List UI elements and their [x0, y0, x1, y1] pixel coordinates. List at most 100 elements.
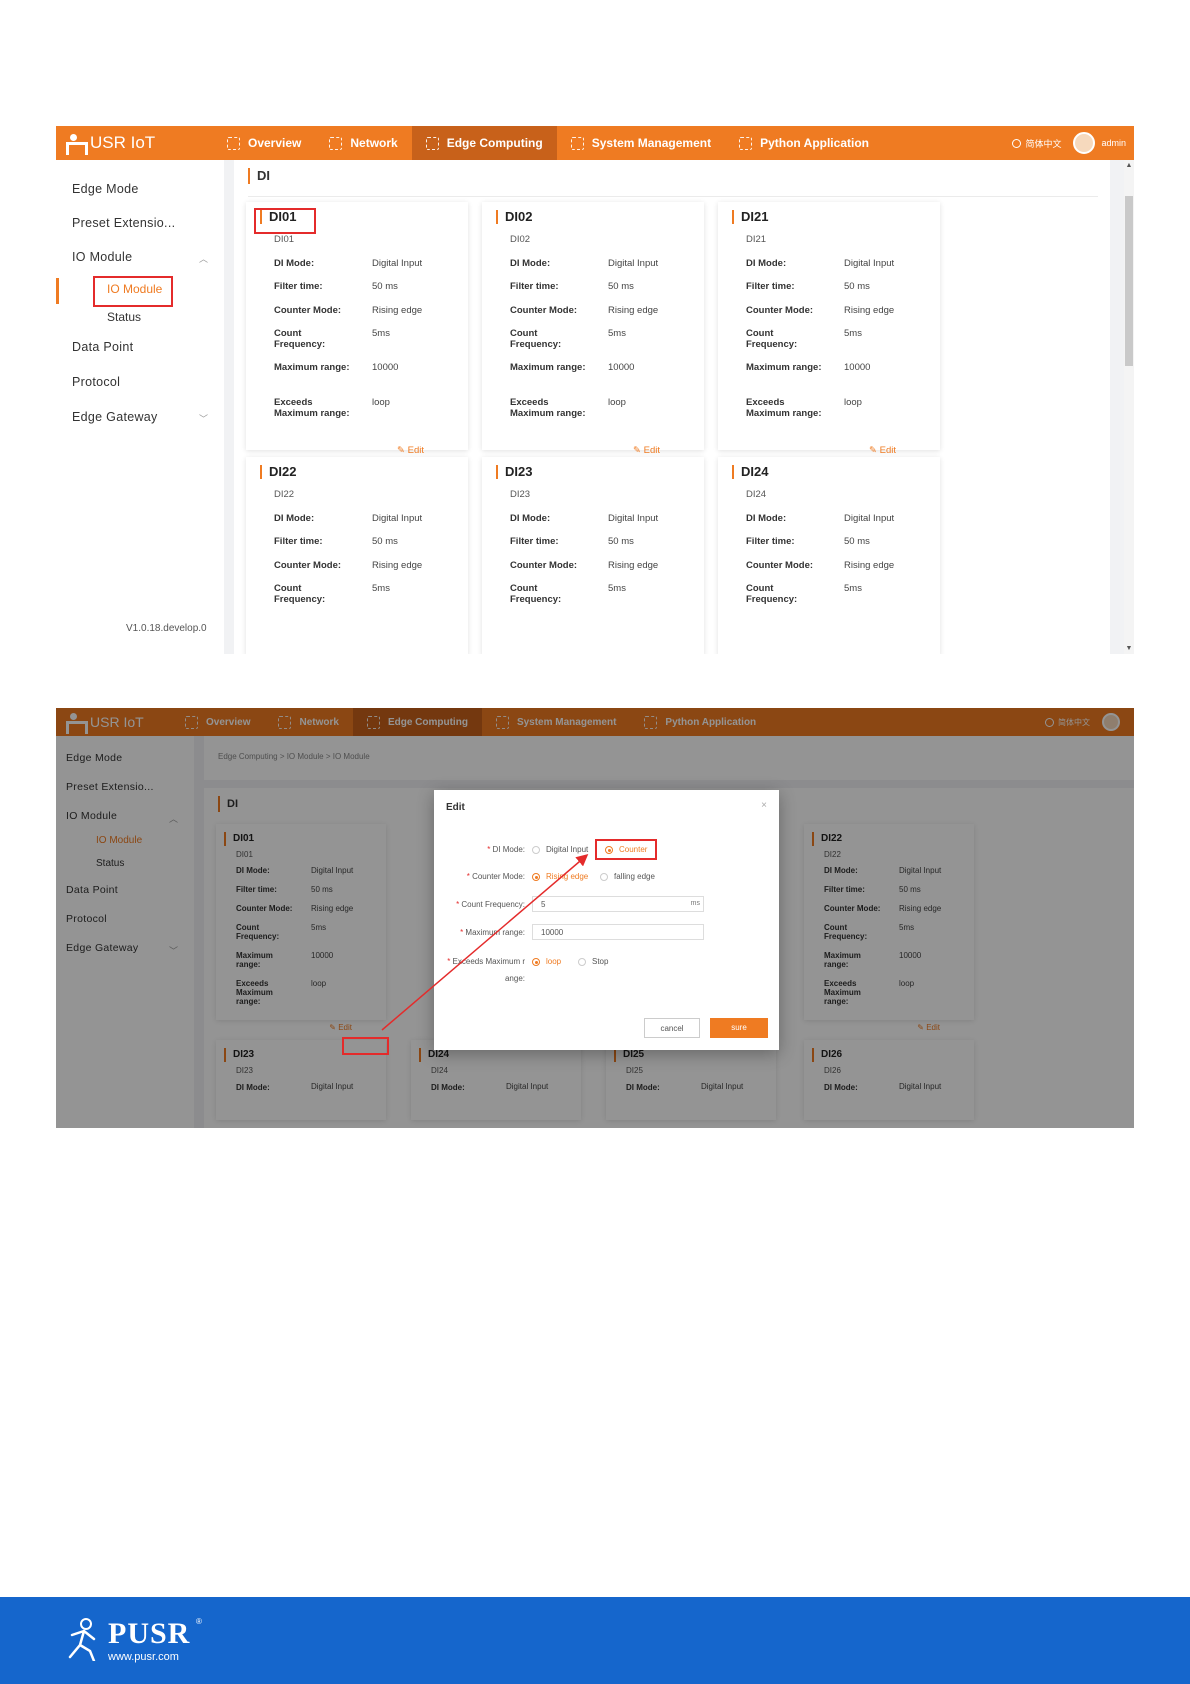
label-max: Maximum range:: [510, 362, 586, 373]
top-nav: USR IoT Overview Network Edge Computing …: [56, 126, 1134, 160]
label-counter: Counter Mode:: [746, 305, 814, 316]
value-counter: Rising edge: [608, 305, 659, 316]
edit-label: Edit: [879, 445, 896, 456]
section-title: DI: [248, 168, 270, 184]
scroll-thumb[interactable]: [1125, 196, 1133, 366]
edit-link[interactable]: ✎ Edit: [869, 445, 896, 456]
sidebar-item-data-point[interactable]: Data Point: [72, 340, 133, 354]
registered-mark: ®: [196, 1617, 202, 1626]
tab-overview[interactable]: Overview: [213, 126, 315, 160]
di-card: DI01 DI01 DI Mode: Digital Input Filter time…: [246, 202, 468, 456]
tab-edge-computing[interactable]: Edge Computing: [411, 126, 557, 160]
highlight-di01: [254, 208, 316, 234]
pusr-brand: PUSR: [108, 1617, 191, 1650]
edit-link[interactable]: ✎ Edit: [633, 445, 660, 456]
python-application-icon: [739, 136, 753, 150]
radio-rising-edge[interactable]: [532, 873, 540, 881]
radio-label-digital-input[interactable]: Digital Input: [546, 845, 588, 854]
count-frequency-input[interactable]: 5 ms: [532, 896, 704, 912]
value-freq: 5ms: [844, 583, 862, 594]
overview-icon: [227, 136, 240, 150]
radio-loop[interactable]: [532, 958, 540, 966]
highlight-io-module: [93, 276, 173, 307]
cancel-button[interactable]: cancel: [644, 1018, 700, 1038]
close-icon[interactable]: ×: [761, 800, 767, 811]
max-range-label: Maximum range:: [460, 928, 525, 937]
edit-label: Edit: [407, 445, 424, 456]
value-counter: Rising edge: [372, 560, 423, 571]
user-name[interactable]: admin: [1101, 138, 1126, 148]
edit-icon: ✎: [397, 445, 408, 456]
value-max: 10000: [608, 362, 635, 373]
radio-label-stop[interactable]: Stop: [592, 957, 608, 966]
sidebar-item-preset-extension[interactable]: Preset Extensio...: [72, 216, 175, 230]
label-mode: DI Mode:: [746, 513, 787, 524]
radio-stop[interactable]: [578, 958, 586, 966]
label-freq: Count Frequency:: [510, 583, 562, 605]
scrollbar[interactable]: ▲ ▼: [1124, 160, 1134, 654]
language-switch[interactable]: 简体中文: [1025, 137, 1061, 150]
radio-falling-edge[interactable]: [600, 873, 608, 881]
scroll-up-icon[interactable]: ▲: [1124, 162, 1134, 169]
pusr-logo: PUSR ® www.pusr.com: [64, 1615, 204, 1665]
label-freq: Count Frequency:: [274, 328, 326, 350]
card-subtitle: DI22: [274, 489, 295, 500]
edit-icon: ✎: [869, 445, 880, 456]
value-mode: Digital Input: [608, 258, 659, 269]
sidebar-item-edge-gateway[interactable]: Edge Gateway: [72, 410, 158, 424]
active-indicator: [56, 278, 59, 304]
radio-digital-input[interactable]: [532, 846, 540, 854]
sidebar-sub-status[interactable]: Status: [107, 310, 141, 324]
label-filter: Filter time:: [510, 281, 559, 292]
sure-button[interactable]: sure: [710, 1018, 768, 1038]
label-counter: Counter Mode:: [746, 560, 814, 571]
label-filter: Filter time:: [510, 536, 559, 547]
tab-label: Overview: [248, 136, 302, 150]
label-counter: Counter Mode:: [274, 560, 342, 571]
scroll-down-icon[interactable]: ▼: [1124, 645, 1134, 652]
sidebar-item-io-module[interactable]: IO Module: [72, 250, 132, 264]
max-range-input[interactable]: 10000: [532, 924, 704, 940]
chevron-up-icon[interactable]: ︿: [199, 252, 208, 265]
tab-system-management[interactable]: System Management: [557, 126, 725, 160]
value-freq: 5ms: [608, 328, 626, 339]
pusr-url[interactable]: www.pusr.com: [108, 1651, 179, 1663]
label-counter: Counter Mode:: [510, 305, 578, 316]
highlight-edit: [342, 1037, 389, 1055]
sidebar: Edge Mode Preset Extensio... IO Module ︿…: [56, 160, 224, 654]
label-mode: DI Mode:: [510, 258, 551, 269]
exceeds-label-cont: ange:: [504, 974, 525, 983]
edit-link[interactable]: ✎ Edit: [397, 445, 424, 456]
radio-label-rising-edge[interactable]: Rising edge: [546, 872, 588, 881]
version-label: V1.0.18.develop.0: [126, 623, 207, 634]
radio-label-loop[interactable]: loop: [546, 957, 561, 966]
counter-mode-label: Counter Mode:: [467, 872, 525, 881]
sidebar-item-protocol[interactable]: Protocol: [72, 375, 120, 389]
label-mode: DI Mode:: [274, 258, 315, 269]
label-exceeds: Exceeds Maximum range:: [274, 397, 350, 419]
tab-network[interactable]: Network: [315, 126, 411, 160]
exceeds-label: Exceeds Maximum r: [447, 957, 525, 966]
divider: [248, 196, 1098, 197]
screenshot-edit-dialog: USR IoT Overview Network Edge Computing …: [56, 708, 1134, 1128]
card-subtitle: DI24: [746, 489, 767, 500]
edit-icon: ✎: [633, 445, 644, 456]
sidebar-item-edge-mode[interactable]: Edge Mode: [72, 182, 139, 196]
brand-logo[interactable]: USR IoT: [56, 133, 213, 155]
radio-label-falling-edge[interactable]: falling edge: [614, 872, 655, 881]
card-subtitle: DI23: [510, 489, 531, 500]
label-filter: Filter time:: [274, 281, 323, 292]
chevron-down-icon[interactable]: ﹀: [199, 412, 208, 425]
label-exceeds: Exceeds Maximum range:: [746, 397, 822, 419]
label-mode: DI Mode:: [510, 513, 551, 524]
value-max: 10000: [372, 362, 399, 373]
label-filter: Filter time:: [746, 281, 795, 292]
di-mode-label: DI Mode:: [487, 845, 525, 854]
value-mode: Digital Input: [372, 258, 423, 269]
label-max: Maximum range:: [746, 362, 822, 373]
label-freq: Count Frequency:: [746, 583, 798, 605]
dialog-title: Edit: [446, 802, 465, 813]
tab-python-application[interactable]: Python Application: [725, 126, 883, 160]
card-subtitle: DI21: [746, 234, 767, 245]
avatar[interactable]: [1073, 132, 1096, 154]
